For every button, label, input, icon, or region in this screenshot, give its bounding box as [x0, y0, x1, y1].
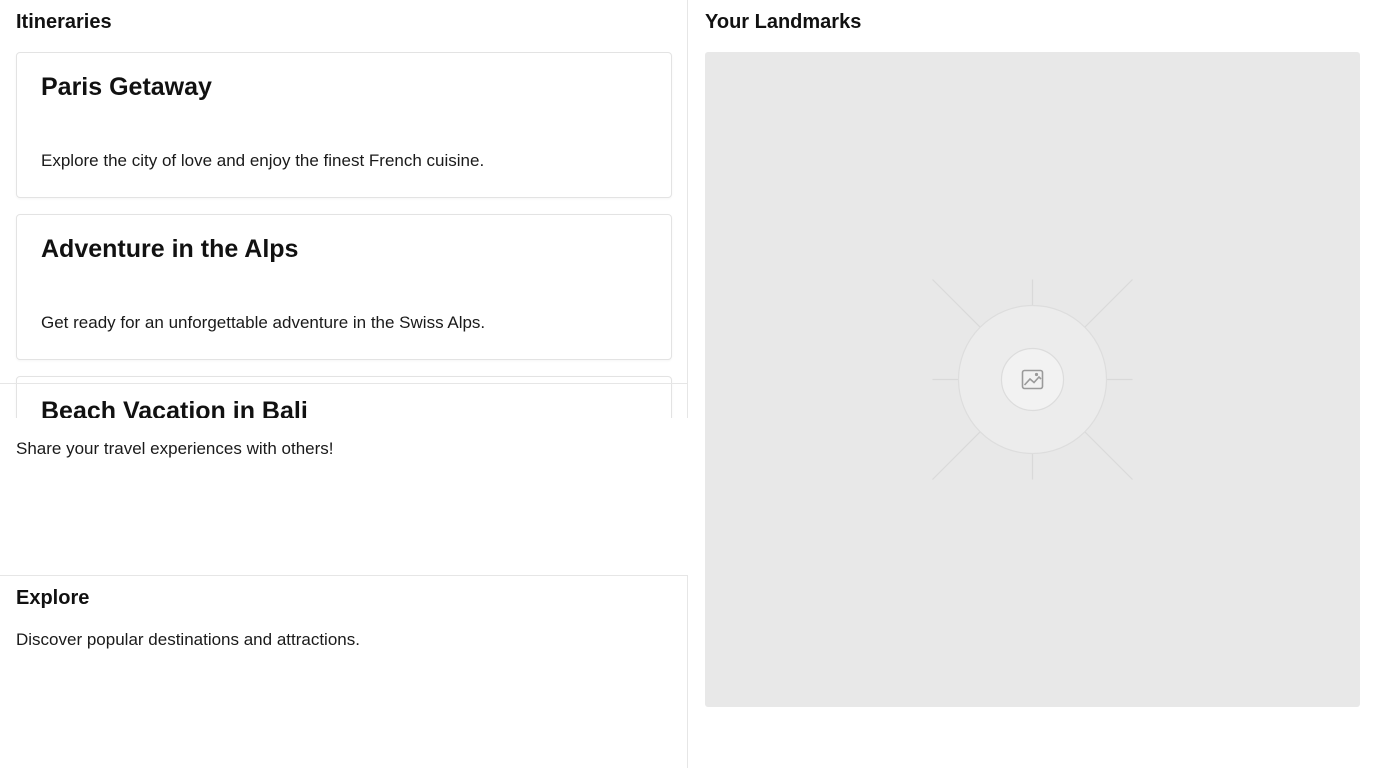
page: Itineraries Paris Getaway Explore the ci… — [0, 0, 1376, 768]
left-column: Itineraries Paris Getaway Explore the ci… — [0, 0, 688, 768]
share-section: Share your travel experiences with other… — [0, 418, 688, 575]
itinerary-title: Beach Vacation in Bali — [41, 397, 308, 418]
divider — [0, 383, 688, 384]
share-text: Share your travel experiences with other… — [16, 439, 334, 458]
itinerary-list[interactable]: Paris Getaway Explore the city of love a… — [0, 52, 688, 418]
itinerary-card-paris[interactable]: Paris Getaway Explore the city of love a… — [16, 52, 672, 198]
landmarks-heading: Your Landmarks — [705, 11, 862, 33]
itinerary-description: Explore the city of love and enjoy the f… — [41, 151, 485, 170]
itinerary-title: Adventure in the Alps — [41, 235, 299, 263]
itineraries-heading: Itineraries — [16, 11, 112, 33]
itinerary-description: Get ready for an unforgettable adventure… — [41, 313, 486, 332]
itinerary-card-alps[interactable]: Adventure in the Alps Get ready for an u… — [16, 214, 672, 360]
explore-text: Discover popular destinations and attrac… — [16, 630, 360, 649]
image-placeholder-graphic — [932, 279, 1133, 480]
itinerary-title: Paris Getaway — [41, 73, 212, 101]
divider — [0, 575, 688, 576]
explore-heading: Explore — [16, 587, 90, 609]
landmarks-map[interactable] — [705, 52, 1360, 707]
